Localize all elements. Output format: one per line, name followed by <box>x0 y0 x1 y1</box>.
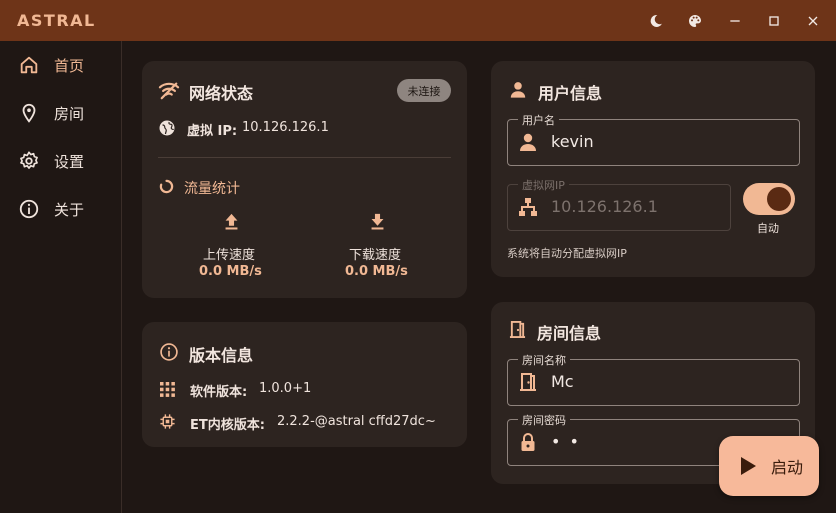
software-version-value: 1.0.0+1 <box>259 381 312 396</box>
upload-label: 上传速度 <box>203 248 256 263</box>
person-icon <box>518 132 538 152</box>
sidebar-item-settings[interactable]: 设置 <box>10 141 114 181</box>
sidebar-item-room[interactable]: 房间 <box>10 93 114 133</box>
palette-icon[interactable] <box>684 10 706 32</box>
globe-icon <box>158 119 176 137</box>
room-name-field-label: 房间名称 <box>518 352 570 368</box>
divider <box>158 157 451 158</box>
room-name-field[interactable]: 房间名称 Mc <box>507 352 800 406</box>
chip-icon <box>159 413 176 430</box>
sidebar: 首页 房间 设置 关于 <box>0 41 122 513</box>
apps-grid-icon <box>160 382 175 397</box>
maximize-icon[interactable] <box>763 10 785 32</box>
room-password-field-label: 房间密码 <box>518 412 570 428</box>
home-icon <box>18 54 40 76</box>
room-card-title: 房间信息 <box>537 324 602 343</box>
traffic-title: 流量统计 <box>184 181 240 197</box>
username-field-label: 用户名 <box>518 112 559 128</box>
sidebar-item-label: 房间 <box>54 104 85 123</box>
start-button-label: 启动 <box>771 458 804 477</box>
upload-icon <box>223 212 240 231</box>
download-value: 0.0 MB/s <box>345 264 408 279</box>
door-icon <box>509 320 526 339</box>
play-icon <box>739 456 757 476</box>
sidebar-item-label: 关于 <box>54 200 85 219</box>
virtual-ip-field-label: 虚拟网IP <box>518 177 569 193</box>
virtual-ip-field-value: 10.126.126.1 <box>551 197 658 216</box>
close-icon[interactable] <box>802 10 824 32</box>
start-button[interactable]: 启动 <box>719 436 819 496</box>
info-icon <box>159 342 179 362</box>
title-bar: ASTRAL <box>0 0 836 41</box>
room-name-value: Mc <box>551 372 574 391</box>
username-value: kevin <box>551 132 594 151</box>
sidebar-item-label: 设置 <box>54 152 85 171</box>
username-field[interactable]: 用户名 kevin <box>507 112 800 166</box>
user-card-title: 用户信息 <box>538 84 603 103</box>
sidebar-item-label: 首页 <box>54 56 85 75</box>
core-version-value: 2.2.2-@astral cffd27dc~ <box>277 414 436 429</box>
sidebar-item-home[interactable]: 首页 <box>10 45 114 85</box>
person-icon <box>509 80 527 99</box>
loading-ring-icon <box>159 179 174 194</box>
download-label: 下载速度 <box>349 248 402 263</box>
minimize-icon[interactable] <box>724 10 746 32</box>
virtual-ip-label: 虚拟 IP: <box>187 124 238 139</box>
door-icon <box>518 372 538 392</box>
network-tree-icon <box>518 197 538 217</box>
info-icon <box>18 198 40 220</box>
moon-icon[interactable] <box>645 10 667 32</box>
core-version-label: ET内核版本: <box>190 418 265 433</box>
virtual-ip-field: 虚拟网IP 10.126.126.1 <box>507 177 731 231</box>
software-version-label: 软件版本: <box>190 385 248 400</box>
app-title: ASTRAL <box>17 11 96 30</box>
version-card-title: 版本信息 <box>189 346 254 365</box>
upload-value: 0.0 MB/s <box>199 264 262 279</box>
auto-ip-toggle[interactable] <box>743 183 795 215</box>
gear-icon <box>18 150 40 172</box>
auto-ip-hint: 系统将自动分配虚拟网IP <box>507 247 627 260</box>
room-password-value: • • <box>551 432 581 451</box>
virtual-ip-value: 10.126.126.1 <box>242 120 329 135</box>
network-card-title: 网络状态 <box>189 84 254 103</box>
location-pin-icon <box>18 102 40 124</box>
wifi-off-icon <box>158 80 180 100</box>
sidebar-item-about[interactable]: 关于 <box>10 189 114 229</box>
lock-icon <box>518 432 538 452</box>
auto-label: 自动 <box>757 222 779 235</box>
status-badge: 未连接 <box>397 79 451 102</box>
download-icon <box>369 212 386 231</box>
toggle-knob <box>767 187 791 211</box>
